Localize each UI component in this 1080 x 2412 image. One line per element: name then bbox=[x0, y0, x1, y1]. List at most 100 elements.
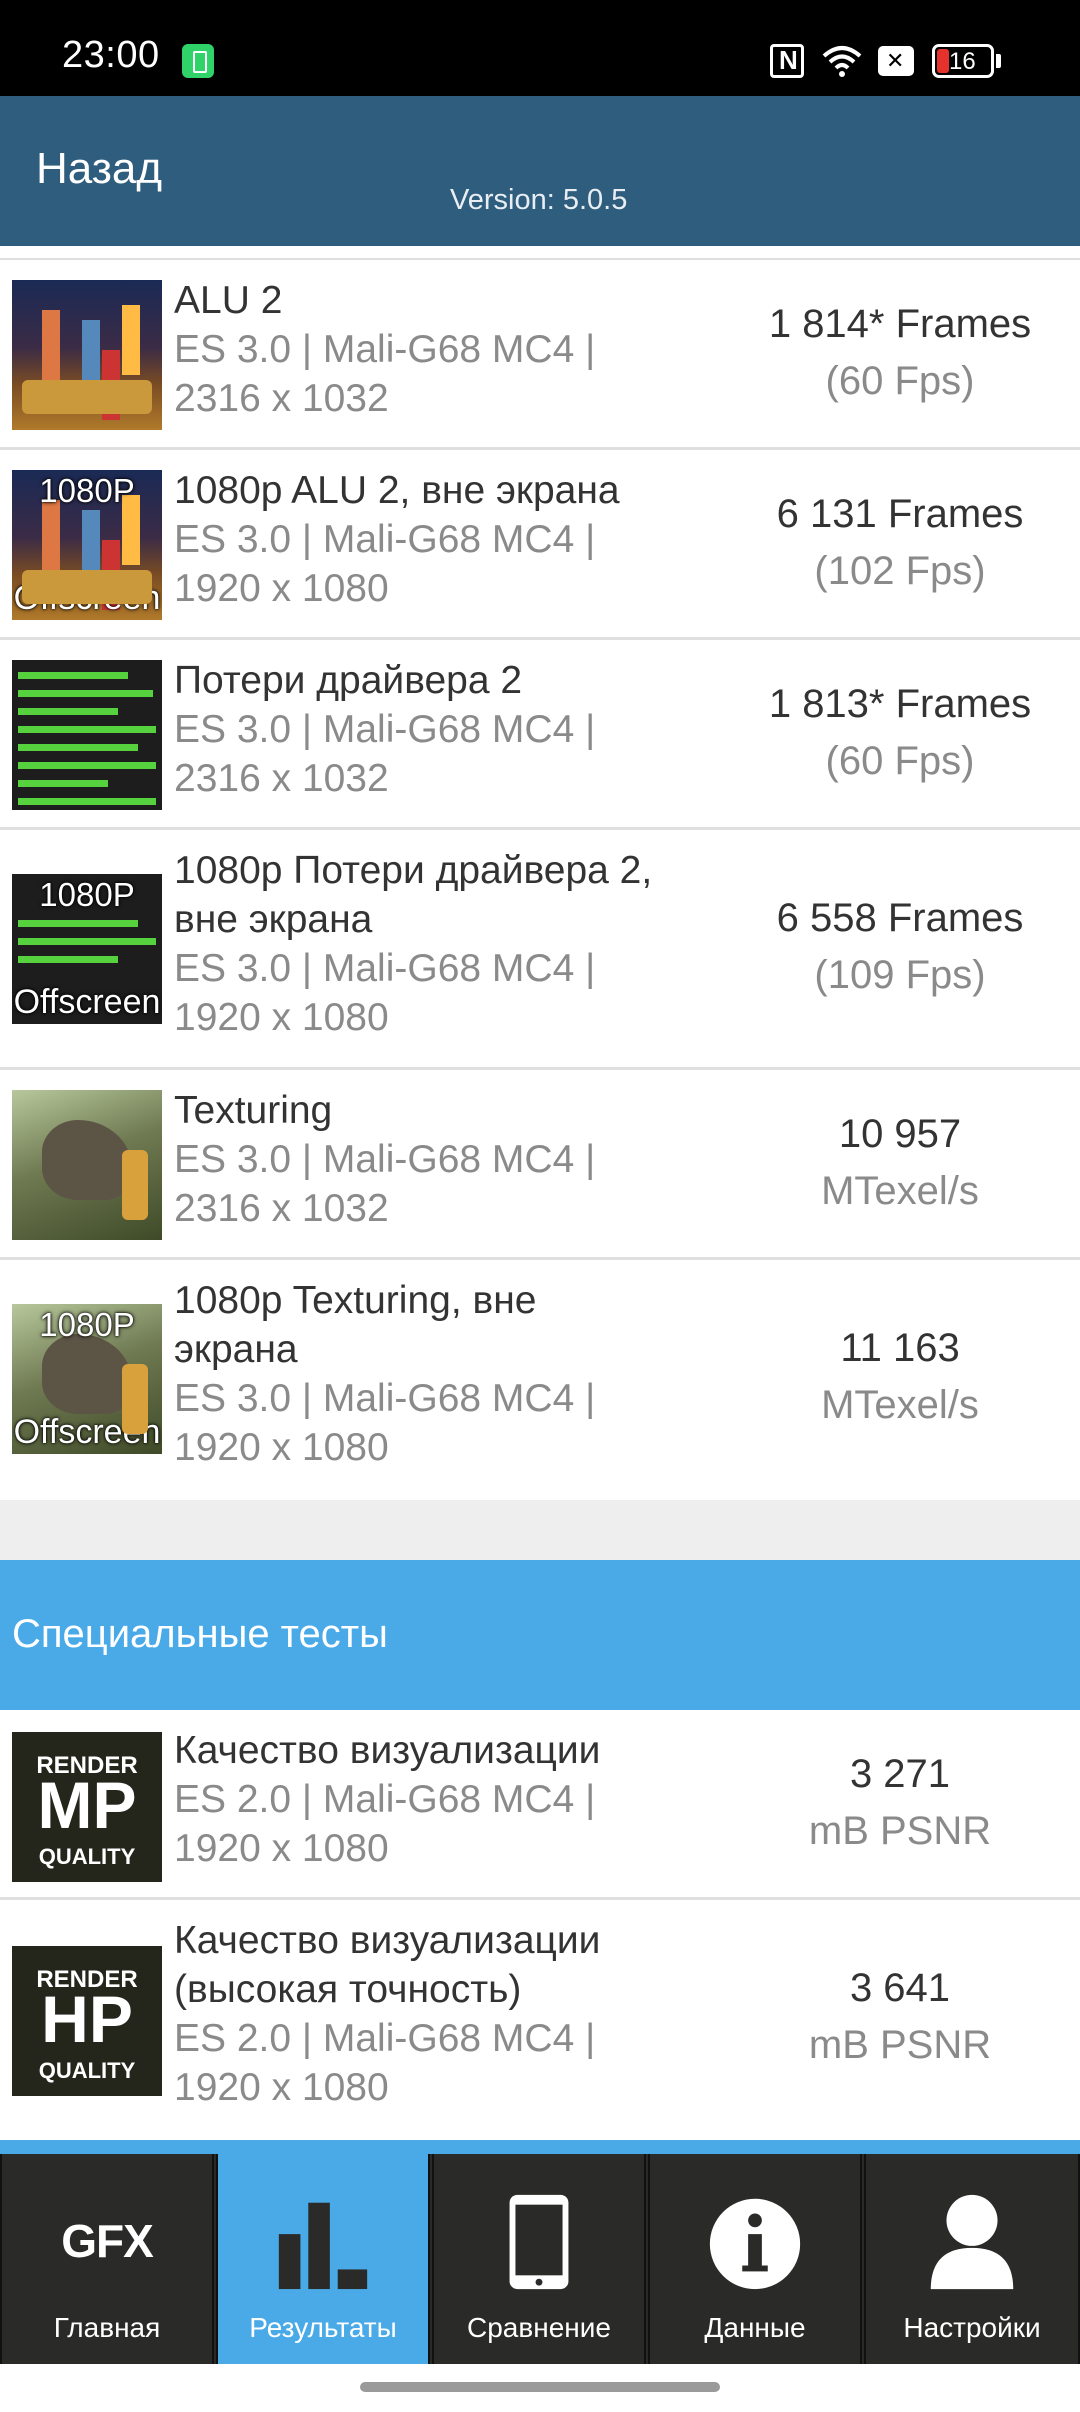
thumb-bar bbox=[18, 708, 118, 715]
test-name: Texturing bbox=[174, 1089, 333, 1132]
user-icon bbox=[930, 2194, 1014, 2290]
home-indicator[interactable] bbox=[360, 2382, 720, 2392]
test-name: ALU 2 bbox=[174, 279, 283, 322]
result-info: 1080p Texturing, вне экрана ES 3.0 | Mal… bbox=[174, 1276, 694, 1472]
result-row-render-quality-hp[interactable]: RENDER HP QUALITY Качество визуализации … bbox=[0, 1900, 1080, 2140]
special-results-list[interactable]: RENDER MP QUALITY Качество визуализации … bbox=[0, 1710, 1080, 2140]
result-row-alu2-offscreen[interactable]: 1080P Offscreen 1080p ALU 2, вне экрана … bbox=[0, 450, 1080, 640]
info-icon bbox=[709, 2198, 801, 2290]
thumb-bar bbox=[18, 690, 153, 697]
score-unit: (60 Fps) bbox=[825, 739, 975, 783]
result-row-driver-overhead[interactable]: Потери драйвера 2 ES 3.0 | Mali-G68 MC4 … bbox=[0, 640, 1080, 830]
score-unit: (60 Fps) bbox=[825, 359, 975, 403]
thumb-offscreen-label: Offscreen bbox=[13, 579, 161, 617]
result-score: 6 558 Frames (109 Fps) bbox=[720, 890, 1080, 1004]
tab-label: Сравнение bbox=[467, 2312, 611, 2343]
battery-level: 16 bbox=[949, 48, 976, 75]
thumb-hp-label: HP bbox=[41, 1982, 133, 2056]
test-api-gpu: ES 2.0 | Mali-G68 MC4 | bbox=[174, 2017, 596, 2060]
score-value: 1 813* Frames bbox=[768, 682, 1032, 726]
render-quality-hp-thumbnail: RENDER HP QUALITY bbox=[12, 1946, 162, 2096]
test-name-line2: экрана bbox=[174, 1328, 298, 1371]
driver-overhead-thumbnail bbox=[12, 660, 162, 810]
thumb-quality-label: QUALITY bbox=[38, 2058, 136, 2083]
app-header: Назад Version: 5.0.5 bbox=[0, 96, 1080, 246]
score-unit: MTexel/s bbox=[821, 1169, 979, 1213]
tab-label: Данные bbox=[704, 2312, 806, 2343]
score-value: 3 641 bbox=[849, 1966, 951, 2010]
thumb-bar bbox=[18, 956, 118, 963]
battery-saver-icon bbox=[182, 44, 214, 78]
thumb-1080p-label: 1080P bbox=[39, 1306, 135, 1343]
result-info: ALU 2 ES 3.0 | Mali-G68 MC4 | 2316 x 103… bbox=[174, 276, 694, 423]
test-api-gpu: ES 3.0 | Mali-G68 MC4 | bbox=[174, 328, 596, 371]
result-row-driver-overhead-offscreen[interactable]: 1080P Offscreen 1080p Потери драйвера 2,… bbox=[0, 830, 1080, 1070]
thumb-bar bbox=[18, 920, 138, 927]
test-resolution: 2316 x 1032 bbox=[174, 757, 389, 800]
thumb-1080p-label: 1080P bbox=[39, 472, 135, 509]
result-score: 3 271 mB PSNR bbox=[720, 1746, 1080, 1860]
gfx-logo-icon: GFX bbox=[61, 2215, 154, 2267]
wifi-icon bbox=[822, 46, 862, 77]
score-unit: (109 Fps) bbox=[814, 953, 986, 997]
test-resolution: 1920 x 1080 bbox=[174, 2066, 389, 2109]
test-name: Качество визуализации bbox=[174, 1919, 601, 1962]
score-value: 11 163 bbox=[840, 1326, 960, 1370]
back-button[interactable]: Назад bbox=[36, 144, 162, 194]
score-value: 3 271 bbox=[849, 1752, 951, 1796]
test-resolution: 1920 x 1080 bbox=[174, 1827, 389, 1870]
score-value: 10 957 bbox=[838, 1112, 962, 1156]
result-score: 1 813* Frames (60 Fps) bbox=[720, 676, 1080, 790]
result-row-texturing[interactable]: Texturing ES 3.0 | Mali-G68 MC4 | 2316 x… bbox=[0, 1070, 1080, 1260]
battery-fill bbox=[937, 49, 949, 73]
thumb-1080p-label: 1080P bbox=[39, 876, 135, 913]
section-title: Специальные тесты bbox=[12, 1612, 388, 1656]
test-name-line2: вне экрана bbox=[174, 898, 373, 941]
thumb-offscreen-label: Offscreen bbox=[13, 983, 161, 1021]
gesture-bar bbox=[0, 2364, 1080, 2412]
thumb-mp-label: MP bbox=[37, 1768, 137, 1842]
nfc-icon bbox=[770, 44, 804, 78]
test-api-gpu: ES 3.0 | Mali-G68 MC4 | bbox=[174, 518, 596, 561]
tab-compare[interactable]: Сравнение bbox=[432, 2154, 646, 2364]
result-row-texturing-offscreen[interactable]: 1080P Offscreen 1080p Texturing, вне экр… bbox=[0, 1260, 1080, 1497]
score-unit: MTexel/s bbox=[821, 1383, 979, 1427]
bottom-nav: GFX Главная Результаты Сравнение Данные bbox=[0, 2154, 1080, 2364]
score-unit: mB PSNR bbox=[808, 2023, 992, 2067]
result-info: Качество визуализации (высокая точность)… bbox=[174, 1916, 694, 2112]
test-resolution: 1920 x 1080 bbox=[174, 996, 389, 1039]
result-score: 11 163 MTexel/s bbox=[720, 1320, 1080, 1434]
tab-data[interactable]: Данные bbox=[648, 2154, 862, 2364]
result-info: Качество визуализации ES 2.0 | Mali-G68 … bbox=[174, 1726, 694, 1873]
phone-icon bbox=[509, 2194, 569, 2290]
thumb-offscreen-label: Offscreen bbox=[13, 1413, 161, 1451]
thumb-quality-label: QUALITY bbox=[38, 1844, 136, 1869]
score-value: 6 558 Frames bbox=[776, 896, 1024, 940]
result-row-render-quality[interactable]: RENDER MP QUALITY Качество визуализации … bbox=[0, 1710, 1080, 1900]
battery-tip bbox=[996, 54, 1001, 68]
test-resolution: 1920 x 1080 bbox=[174, 1426, 389, 1469]
score-value: 1 814* Frames bbox=[768, 302, 1032, 346]
test-name: Качество визуализации bbox=[174, 1729, 601, 1772]
bar-chart-icon bbox=[278, 2202, 368, 2290]
test-api-gpu: ES 3.0 | Mali-G68 MC4 | bbox=[174, 1377, 596, 1420]
test-name: 1080p Texturing, вне bbox=[174, 1279, 537, 1322]
tab-results[interactable]: Результаты bbox=[216, 2154, 430, 2364]
test-api-gpu: ES 2.0 | Mali-G68 MC4 | bbox=[174, 1778, 596, 1821]
tab-label: Главная bbox=[53, 2312, 161, 2343]
render-quality-mp-thumbnail: RENDER MP QUALITY bbox=[12, 1732, 162, 1882]
score-unit: (102 Fps) bbox=[814, 549, 986, 593]
results-list[interactable]: ALU 2 ES 3.0 | Mali-G68 MC4 | 2316 x 103… bbox=[0, 260, 1080, 1497]
sim-off-icon bbox=[878, 46, 914, 76]
test-api-gpu: ES 3.0 | Mali-G68 MC4 | bbox=[174, 947, 596, 990]
result-row-alu2[interactable]: ALU 2 ES 3.0 | Mali-G68 MC4 | 2316 x 103… bbox=[0, 260, 1080, 450]
tab-settings[interactable]: Настройки bbox=[864, 2154, 1080, 2364]
tab-home[interactable]: GFX Главная bbox=[0, 2154, 214, 2364]
thumb-bar bbox=[18, 798, 156, 805]
test-name-line2: (высокая точность) bbox=[174, 1968, 522, 2011]
result-score: 6 131 Frames (102 Fps) bbox=[720, 486, 1080, 600]
version-label: Version: 5.0.5 bbox=[450, 184, 628, 216]
alu-thumbnail bbox=[12, 280, 162, 430]
score-value: 6 131 Frames bbox=[776, 492, 1024, 536]
special-tests-header: Специальные тесты bbox=[0, 1560, 1080, 1710]
